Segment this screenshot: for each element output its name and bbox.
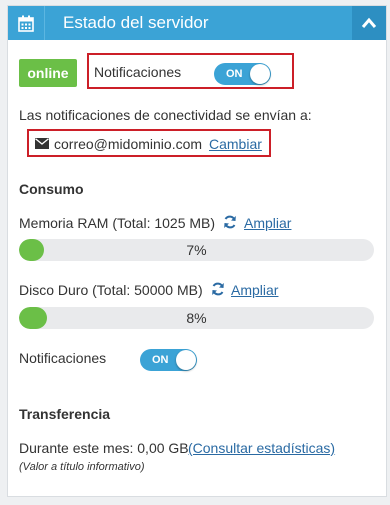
toggle-state-label: ON	[226, 68, 243, 80]
envelope-icon	[35, 138, 49, 149]
ram-expand-link[interactable]: Ampliar	[244, 215, 291, 231]
collapse-button[interactable]	[352, 6, 386, 40]
panel-title: Estado del servidor	[63, 13, 209, 32]
ram-usage-percent: 7%	[186, 242, 207, 258]
notification-email: correo@midominio.com	[54, 136, 203, 152]
refresh-icon[interactable]	[211, 282, 225, 296]
consumption-notifications-label: Notificaciones	[19, 350, 107, 366]
disk-usage-percent: 8%	[186, 310, 207, 326]
disk-usage-bar: 8%	[19, 307, 374, 329]
toggle-knob	[250, 64, 270, 84]
ram-label: Memoria RAM (Total: 1025 MB)	[19, 215, 216, 231]
ram-usage-bar: 7%	[19, 239, 374, 261]
refresh-icon[interactable]	[223, 215, 237, 229]
server-status-panel: Estado del servidor online Notificacione…	[7, 5, 387, 497]
notifications-toggle[interactable]: ON	[214, 63, 271, 85]
notifications-label: Notificaciones	[94, 64, 182, 80]
transfer-heading: Transferencia	[19, 406, 111, 422]
chevron-up-icon	[361, 17, 377, 28]
consumption-heading: Consumo	[19, 181, 84, 197]
consumption-notifications-toggle[interactable]: ON	[140, 349, 197, 371]
panel-header: Estado del servidor	[8, 6, 386, 40]
online-status-badge: online	[19, 59, 77, 87]
consult-stats-link[interactable]: (Consultar estadísticas)	[188, 440, 335, 456]
transfer-month-text: Durante este mes: 0,00 GB	[19, 440, 189, 456]
informative-note: (Valor a título informativo)	[19, 461, 145, 473]
change-email-link[interactable]: Cambiar	[209, 136, 262, 152]
connectivity-info-text: Las notificaciones de conectividad se en…	[19, 107, 312, 123]
toggle-knob	[176, 350, 196, 370]
toggle-state-label: ON	[152, 354, 169, 366]
calendar-icon	[8, 6, 45, 40]
disk-expand-link[interactable]: Ampliar	[231, 282, 278, 298]
disk-label: Disco Duro (Total: 50000 MB)	[19, 282, 203, 298]
